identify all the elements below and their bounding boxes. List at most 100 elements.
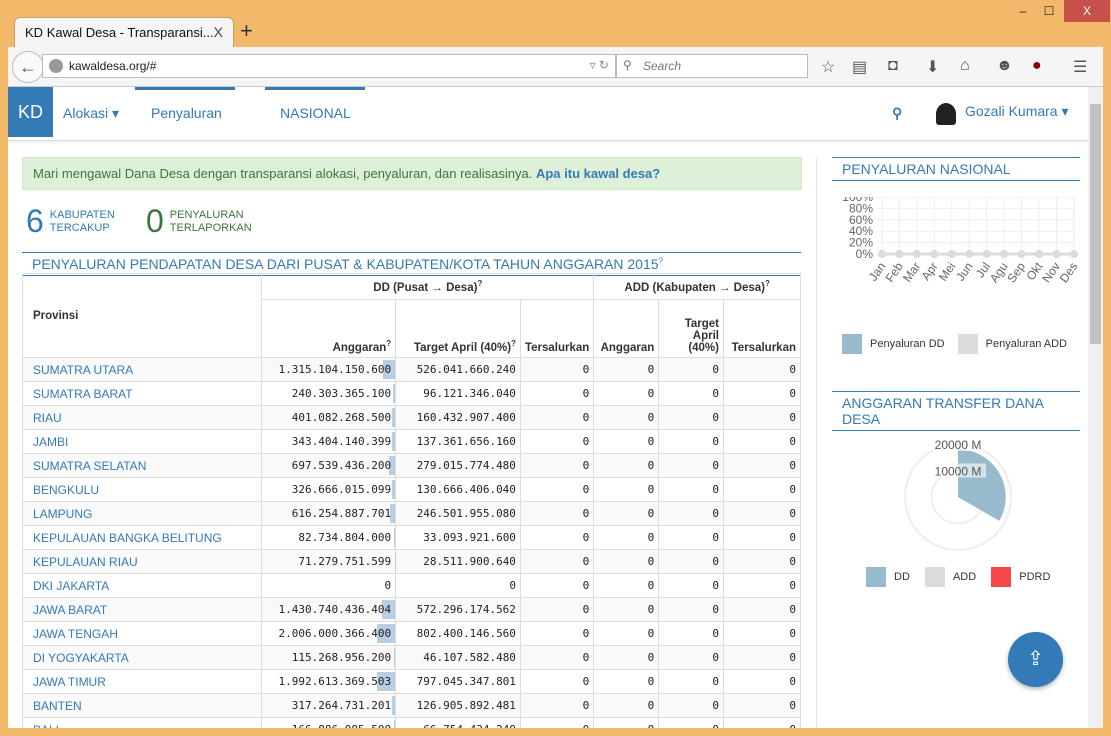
cell-add_tersalurkan: 0: [723, 645, 801, 670]
province-link[interactable]: BENGKULU: [21, 477, 263, 502]
cell-dd_tersalurkan: 0: [519, 453, 595, 478]
cell-add_tersalurkan: 0: [723, 669, 801, 694]
province-link[interactable]: RIAU: [21, 405, 263, 430]
col-add-target[interactable]: Target April (40%): [658, 299, 724, 358]
reload-icon[interactable]: ▿ ↻: [590, 58, 609, 72]
cell-add_tersalurkan: 0: [723, 525, 801, 550]
cell-dd_target: 572.296.174.562: [395, 597, 521, 622]
cell-dd_anggaran: 71.279.751.599: [261, 549, 397, 574]
about-link[interactable]: Apa itu kawal desa?: [536, 166, 660, 181]
data-point: [1017, 250, 1026, 258]
brand-logo[interactable]: KD: [8, 87, 53, 137]
nav-penyaluran[interactable]: Penyaluran: [151, 105, 222, 121]
province-link[interactable]: BALI: [21, 717, 263, 728]
bookmark-star-icon[interactable]: ☆: [821, 57, 835, 77]
tab-favicon: KD: [25, 25, 44, 40]
url-bar[interactable]: kawaldesa.org/# ▿ ↻: [42, 54, 616, 78]
new-tab-button[interactable]: +: [240, 18, 253, 44]
scrollbar-thumb[interactable]: [1090, 104, 1101, 344]
back-button[interactable]: ←: [12, 51, 44, 83]
cell-add_tersalurkan: 0: [723, 717, 801, 728]
cell-dd_target: 137.361.656.160: [395, 429, 521, 454]
cell-dd_tersalurkan: 0: [519, 645, 595, 670]
upload-button[interactable]: ⇪: [1008, 632, 1063, 687]
province-link[interactable]: JAWA BARAT: [21, 597, 263, 622]
tab-close-icon[interactable]: X: [214, 24, 223, 40]
cell-dd_anggaran: 401.082.268.500: [261, 405, 397, 430]
reading-list-icon[interactable]: ▤: [852, 57, 867, 77]
pocket-icon[interactable]: ◘: [888, 57, 898, 75]
col-add-tersalurkan[interactable]: Tersalurkan: [723, 299, 801, 358]
province-link[interactable]: KEPULAUAN BANGKA BELITUNG: [21, 525, 263, 550]
help-icon[interactable]: ?: [765, 279, 770, 288]
help-icon[interactable]: ?: [659, 256, 663, 265]
cell-add_tersalurkan: 0: [723, 453, 801, 478]
nav-alokasi[interactable]: Alokasi ▾: [63, 105, 119, 122]
stat-kabupaten: 6 KABUPATEN TERCAKUP: [26, 203, 115, 239]
cell-add_anggaran: 0: [593, 381, 660, 406]
province-link[interactable]: BANTEN: [21, 693, 263, 718]
menu-icon[interactable]: ☰: [1073, 57, 1087, 77]
cell-add_tersalurkan: 0: [723, 597, 801, 622]
province-link[interactable]: KEPULAUAN RIAU: [21, 549, 263, 574]
cell-add_anggaran: 0: [593, 453, 660, 478]
cell-value: 326.666.015.099: [291, 483, 392, 496]
chat-icon[interactable]: ☻: [996, 57, 1013, 75]
search-icon[interactable]: ⚲: [892, 105, 902, 122]
help-icon[interactable]: ?: [511, 339, 516, 348]
download-icon[interactable]: ⬇: [926, 57, 939, 77]
col-dd-tersalurkan[interactable]: Tersalurkan: [519, 299, 595, 358]
help-icon[interactable]: ?: [386, 339, 391, 348]
cell-add_tersalurkan: 0: [723, 621, 801, 646]
window-close-button[interactable]: X: [1064, 0, 1110, 22]
col-label: Target April (40%): [413, 342, 512, 354]
cell-dd_target: 130.666.406.040: [395, 477, 521, 502]
scrollbar[interactable]: [1088, 87, 1103, 728]
group-add: ADD (Kabupaten → Desa)?: [593, 273, 801, 300]
col-provinsi[interactable]: Provinsi: [21, 273, 263, 358]
cell-add_target: 0: [658, 717, 724, 728]
cell-value: 317.264.731.201: [291, 699, 392, 712]
browser-tab[interactable]: KD Kawal Desa - Transparansi... X: [14, 17, 234, 48]
legend-swatch-add: [924, 567, 945, 587]
cell-value: 697.539.436.200: [291, 459, 392, 472]
penyaluran-table: Provinsi DD (Pusat → Desa)? ADD (Kabupat…: [21, 273, 801, 728]
cell-add_anggaran: 0: [593, 405, 660, 430]
data-point: [930, 250, 939, 258]
cell-dd_target: 33.093.921.600: [395, 525, 521, 550]
col-dd-target[interactable]: Target April (40%)?: [395, 299, 521, 358]
group-dd: DD (Pusat → Desa)?: [261, 273, 595, 300]
column-divider: [816, 157, 817, 728]
col-add-anggaran[interactable]: Anggaran: [593, 299, 660, 358]
cell-value: 240.303.365.100: [291, 387, 392, 400]
help-icon[interactable]: ?: [477, 279, 482, 288]
cell-add_tersalurkan: 0: [723, 477, 801, 502]
col-dd-anggaran[interactable]: Anggaran?: [261, 299, 397, 358]
nav-nasional[interactable]: NASIONAL: [280, 105, 351, 121]
province-link[interactable]: JAWA TIMUR: [21, 669, 263, 694]
tab-title: Kawal Desa - Transparansi...: [46, 25, 214, 40]
search-input[interactable]: ⚲ Search: [616, 54, 808, 78]
data-point: [1035, 250, 1044, 258]
ublock-icon[interactable]: ●: [1032, 57, 1042, 75]
data-point: [895, 250, 904, 258]
home-icon[interactable]: ⌂: [960, 57, 970, 75]
province-link[interactable]: LAMPUNG: [21, 501, 263, 526]
province-link[interactable]: SUMATRA BARAT: [21, 381, 263, 406]
stat-label: KABUPATEN: [49, 209, 115, 221]
province-link[interactable]: DKI JAKARTA: [21, 573, 263, 598]
user-menu[interactable]: Gozali Kumara ▾: [965, 103, 1069, 120]
globe-icon: [49, 59, 63, 73]
province-link[interactable]: JAMBI: [21, 429, 263, 454]
cell-dd_anggaran: 166.886.085.500: [261, 717, 397, 728]
province-link[interactable]: JAWA TENGAH: [21, 621, 263, 646]
province-link[interactable]: SUMATRA SELATAN: [21, 453, 263, 478]
province-link[interactable]: DI YOGYAKARTA: [21, 645, 263, 670]
minimize-button[interactable]: ‒: [1010, 0, 1036, 22]
table-row: JAWA TENGAH 2.006.000.366.400 802.400.146.…: [21, 621, 801, 646]
province-link[interactable]: SUMATRA UTARA: [21, 357, 263, 382]
cell-dd_anggaran: 317.264.731.201: [261, 693, 397, 718]
maximize-button[interactable]: ☐: [1036, 0, 1062, 22]
table-row: BENGKULU 326.666.015.099 130.666.406.040 0 0…: [21, 477, 801, 502]
cell-add_anggaran: 0: [593, 357, 660, 382]
